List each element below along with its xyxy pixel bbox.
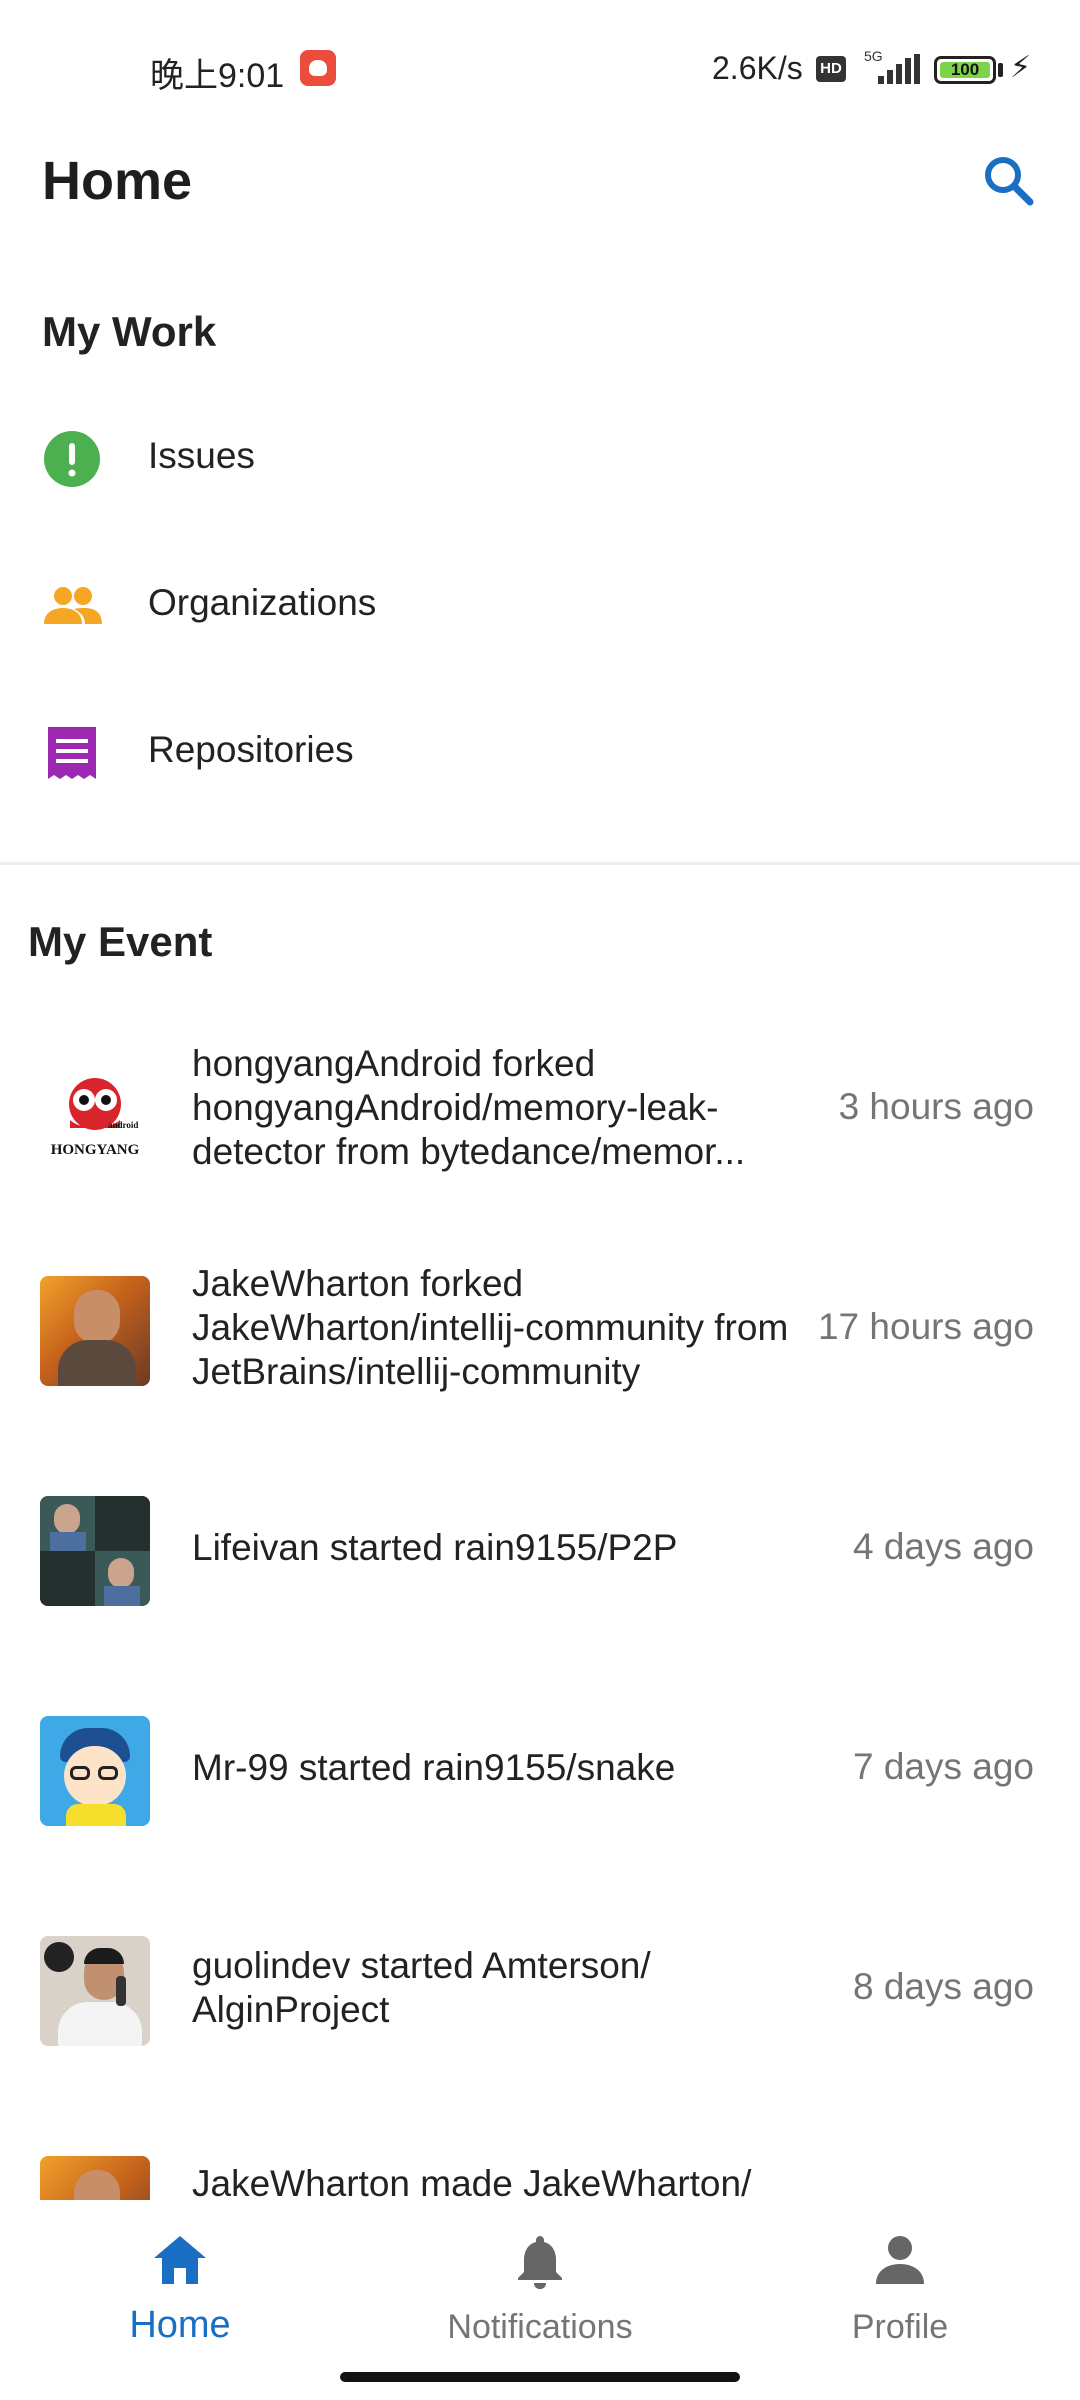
nav-item-notifications[interactable]: Notifications bbox=[360, 2200, 720, 2370]
work-item-label: Repositories bbox=[148, 729, 354, 770]
repositories-icon bbox=[48, 727, 96, 779]
battery-cap bbox=[998, 63, 1003, 77]
search-icon bbox=[985, 157, 1034, 206]
avatar bbox=[40, 1716, 150, 1826]
status-time: 晚上9:01 bbox=[150, 57, 285, 95]
issues-icon bbox=[44, 431, 100, 487]
status-bar: 晚上9:01 2.6K/s HD 5G 100 ⚡ bbox=[0, 0, 1080, 130]
signal-icon bbox=[874, 54, 920, 84]
nav-item-profile[interactable]: Profile bbox=[720, 2200, 1080, 2370]
event-item[interactable]: JakeWharton forked JakeWharton/intellij-… bbox=[0, 1230, 1080, 1430]
avatar bbox=[40, 1496, 150, 1606]
my-work-title: My Work bbox=[42, 308, 217, 355]
home-indicator[interactable] bbox=[340, 2372, 740, 2382]
avatar: android HONGYANG bbox=[40, 1060, 150, 1170]
bell-icon bbox=[518, 2236, 562, 2289]
event-item[interactable]: Mr-99 started rain9155/snake 7 days ago bbox=[0, 1670, 1080, 1870]
event-time: 7 days ago bbox=[852, 1746, 1034, 1787]
event-text: Lifeivan started rain9155/P2P bbox=[192, 1527, 678, 1568]
section-divider bbox=[0, 862, 1080, 865]
hd-icon: HD bbox=[816, 56, 846, 82]
event-time: 4 days ago bbox=[852, 1526, 1034, 1567]
avatar bbox=[40, 1276, 150, 1386]
event-item[interactable]: android HONGYANG hongyangAndroid forked … bbox=[0, 1010, 1080, 1210]
hongyang-small-label: android bbox=[108, 1120, 139, 1130]
nav-item-label: Home bbox=[129, 2304, 231, 2346]
nav-item-label: Profile bbox=[851, 2308, 949, 2346]
event-text: Mr-99 started rain9155/snake bbox=[192, 1747, 676, 1788]
event-time: 8 days ago bbox=[852, 1966, 1034, 2007]
nav-item-home[interactable]: Home bbox=[0, 2200, 360, 2370]
home-icon bbox=[154, 2236, 206, 2284]
screen: 晚上9:01 2.6K/s HD 5G 100 ⚡ Home My Work I… bbox=[0, 0, 1080, 2400]
work-item-label: Organizations bbox=[148, 582, 377, 623]
avatar bbox=[40, 1936, 150, 2046]
bottom-navigation: Home Notifications Profile bbox=[0, 2200, 1080, 2400]
page-title: Home bbox=[42, 151, 193, 211]
event-time: 3 hours ago bbox=[838, 1086, 1034, 1127]
app-notification-icon bbox=[300, 50, 336, 86]
organizations-icon bbox=[44, 587, 102, 624]
event-text: JakeWharton forked JakeWharton/intellij-… bbox=[192, 1263, 789, 1392]
search-button[interactable] bbox=[978, 150, 1040, 212]
nav-item-label: Notifications bbox=[447, 2308, 633, 2346]
my-event-title: My Event bbox=[28, 918, 213, 965]
event-text: guolindev started Amterson/ AlginProject bbox=[192, 1945, 651, 2030]
work-item-label: Issues bbox=[148, 435, 255, 476]
hongyang-brand-label: HONGYANG bbox=[50, 1142, 140, 1158]
work-item-issues[interactable]: Issues bbox=[0, 383, 1080, 531]
event-time: 17 hours ago bbox=[817, 1306, 1034, 1347]
battery-level: 100 bbox=[940, 61, 990, 78]
charging-icon: ⚡ bbox=[1010, 51, 1032, 84]
event-text: hongyangAndroid forked hongyangAndroid/m… bbox=[192, 1043, 746, 1172]
person-icon bbox=[876, 2236, 924, 2284]
work-item-organizations[interactable]: Organizations bbox=[0, 530, 1080, 678]
battery-icon: 100 bbox=[934, 56, 996, 84]
event-item[interactable]: Lifeivan started rain9155/P2P 4 days ago bbox=[0, 1450, 1080, 1650]
network-speed: 2.6K/s bbox=[712, 50, 803, 86]
event-item[interactable]: guolindev started Amterson/ AlginProject… bbox=[0, 1890, 1080, 2090]
work-item-repositories[interactable]: Repositories bbox=[0, 677, 1080, 825]
